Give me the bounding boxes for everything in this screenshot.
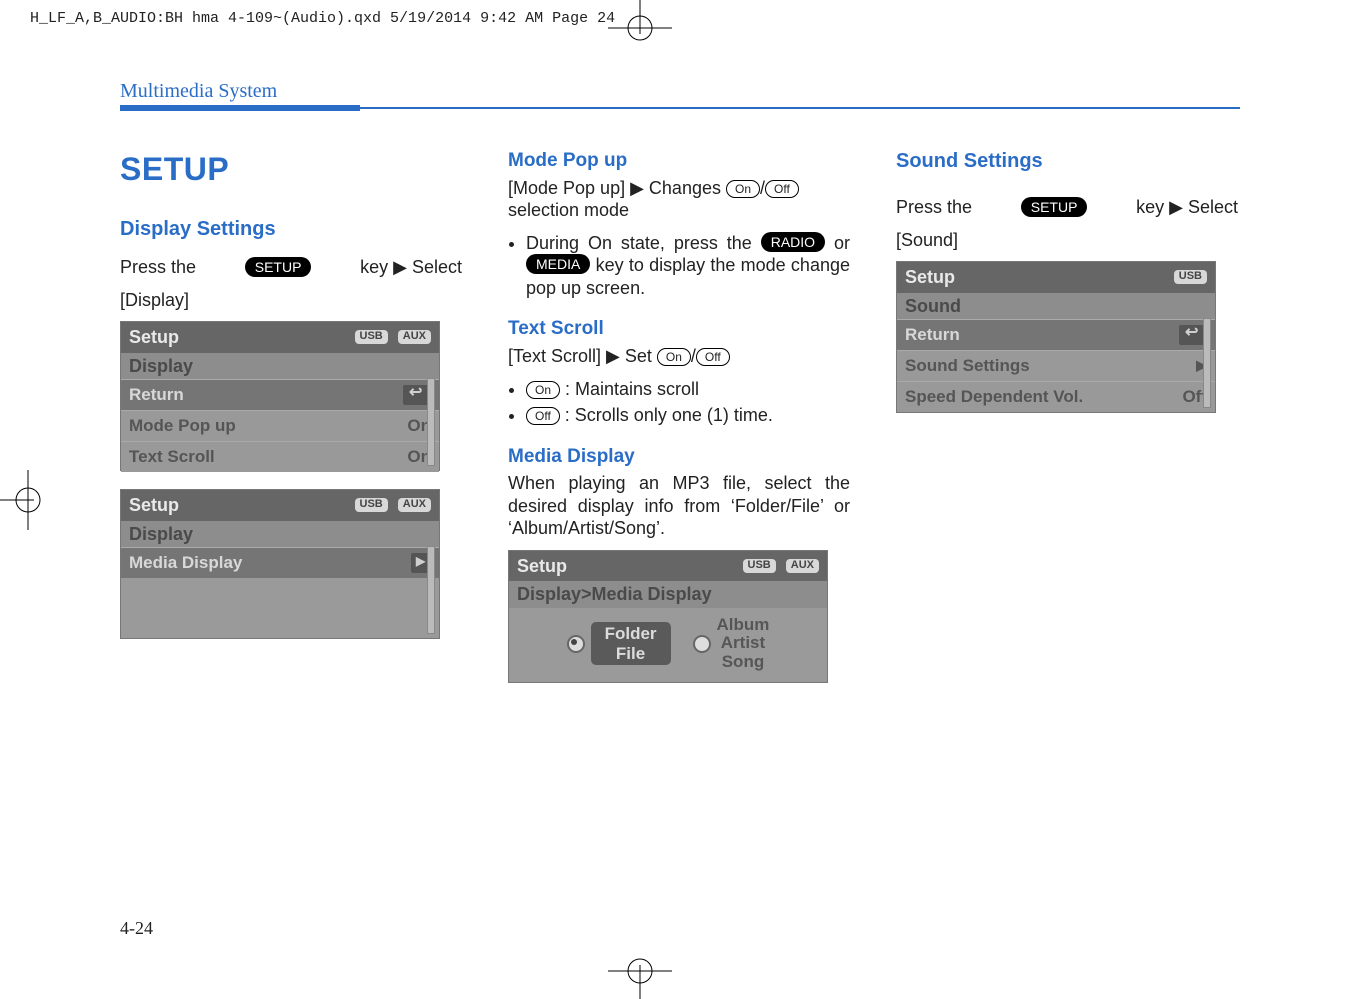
text: Press the (896, 196, 972, 219)
row-media-display[interactable]: Media Display (121, 547, 439, 578)
setup-heading: SETUP (120, 149, 462, 189)
aux-tag-icon: AUX (398, 498, 431, 512)
shot-subtitle: Sound (897, 293, 1215, 320)
screenshot-sound: Setup USB Sound Return Sound Settings ▶ … (896, 261, 1216, 413)
row-sound-settings[interactable]: Sound Settings ▶ (897, 350, 1215, 381)
media-display-text: When playing an MP3 file, select the des… (508, 472, 850, 540)
press-setup-display: Press the SETUP key ▶ Select (120, 256, 462, 279)
row-text-scroll[interactable]: Text Scroll On (121, 441, 439, 472)
text-scroll-line: [Text Scroll] ▶ Set On/Off (508, 345, 850, 368)
crop-header: H_LF_A,B_AUDIO:BH hma 4-109~(Audio).qxd … (30, 10, 615, 27)
row-label: Return (129, 384, 184, 405)
text: Album (717, 615, 770, 634)
media-key-pill: MEDIA (526, 254, 590, 274)
radio-key-pill: RADIO (761, 232, 825, 252)
row-label: Mode Pop up (129, 415, 236, 436)
select-sound-text: [Sound] (896, 229, 1238, 252)
screenshot-media-display: Setup USB AUX Display>Media Display Fold… (508, 550, 828, 683)
on-button-icon: On (526, 381, 560, 399)
sound-settings-heading: Sound Settings (896, 149, 1238, 174)
col-1: SETUP Display Settings Press the SETUP k… (120, 149, 462, 701)
row-label: Text Scroll (129, 446, 215, 467)
row-return[interactable]: Return (897, 319, 1215, 350)
row-label: Return (905, 324, 960, 345)
shot-subtitle: Display (121, 521, 439, 548)
text: File (616, 644, 645, 663)
option-album-artist-song[interactable]: Album Artist Song (693, 616, 770, 672)
screenshot-display-2: Setup USB AUX Display Media Display (120, 489, 440, 639)
col-2: Mode Pop up [Mode Pop up] ▶ Changes On/O… (508, 149, 850, 701)
text: Song (722, 652, 765, 671)
shot-subtitle: Display (121, 353, 439, 380)
text: [Text Scroll] ▶ Set (508, 346, 657, 366)
press-setup-sound: Press the SETUP key ▶ Select (896, 196, 1238, 219)
row-label: Speed Dependent Vol. (905, 386, 1083, 407)
mode-popup-line: [Mode Pop up] ▶ Changes On/Off selection… (508, 177, 850, 222)
page-number: 4-24 (120, 918, 153, 939)
scrollbar[interactable] (427, 378, 435, 466)
row-label: Sound Settings (905, 355, 1030, 376)
col-3: Sound Settings Press the SETUP key ▶ Sel… (896, 149, 1238, 701)
aux-tag-icon: AUX (398, 330, 431, 344)
off-button-icon: Off (765, 180, 799, 198)
on-button-icon: On (657, 348, 691, 366)
select-display-text: [Display] (120, 289, 462, 312)
shot-title: Setup (905, 266, 955, 289)
text: key ▶ Select (1136, 196, 1238, 219)
option-folder-file[interactable]: Folder File (567, 622, 671, 665)
text: or (834, 233, 850, 253)
usb-tag-icon: USB (1174, 270, 1207, 284)
text: During On state, press the (526, 233, 761, 253)
text: : Maintains scroll (560, 379, 699, 399)
radio-unselected-icon (693, 635, 711, 653)
usb-tag-icon: USB (355, 498, 388, 512)
media-display-heading: Media Display (508, 445, 850, 469)
header-rule (120, 107, 1240, 109)
text: [Mode Pop up] ▶ Changes (508, 178, 726, 198)
mode-popup-bullet: During On state, press the RADIO or MEDI… (526, 232, 850, 300)
screenshot-display-1: Setup USB AUX Display Return Mode Pop up… (120, 321, 440, 471)
text: Press the (120, 256, 196, 279)
text: key ▶ Select (360, 256, 462, 279)
mode-popup-heading: Mode Pop up (508, 149, 850, 173)
shot-title: Setup (129, 326, 179, 349)
running-head: Multimedia System (120, 80, 1240, 107)
display-settings-heading: Display Settings (120, 217, 462, 242)
on-button-icon: On (726, 180, 760, 198)
usb-tag-icon: USB (355, 330, 388, 344)
setup-key-pill: SETUP (1021, 197, 1088, 217)
text-scroll-heading: Text Scroll (508, 317, 850, 341)
shot-subtitle: Display>Media Display (509, 581, 827, 608)
setup-key-pill: SETUP (245, 257, 312, 277)
off-button-icon: Off (526, 407, 560, 425)
text: selection mode (508, 200, 629, 220)
text: Folder (605, 624, 657, 643)
shot-title: Setup (129, 494, 179, 517)
row-return[interactable]: Return (121, 379, 439, 410)
row-mode-popup[interactable]: Mode Pop up On (121, 410, 439, 441)
scrollbar[interactable] (427, 546, 435, 634)
aux-tag-icon: AUX (786, 559, 819, 573)
row-speed-dependent-vol[interactable]: Speed Dependent Vol. Off (897, 381, 1215, 412)
text-scroll-off-bullet: Off : Scrolls only one (1) time. (526, 404, 850, 427)
text: Artist (721, 633, 765, 652)
shot-title: Setup (517, 555, 567, 578)
off-button-icon: Off (696, 348, 730, 366)
radio-selected-icon (567, 635, 585, 653)
scrollbar[interactable] (1203, 318, 1211, 408)
usb-tag-icon: USB (743, 559, 776, 573)
row-label: Media Display (129, 552, 242, 573)
text: : Scrolls only one (1) time. (560, 405, 773, 425)
text-scroll-on-bullet: On : Maintains scroll (526, 378, 850, 401)
